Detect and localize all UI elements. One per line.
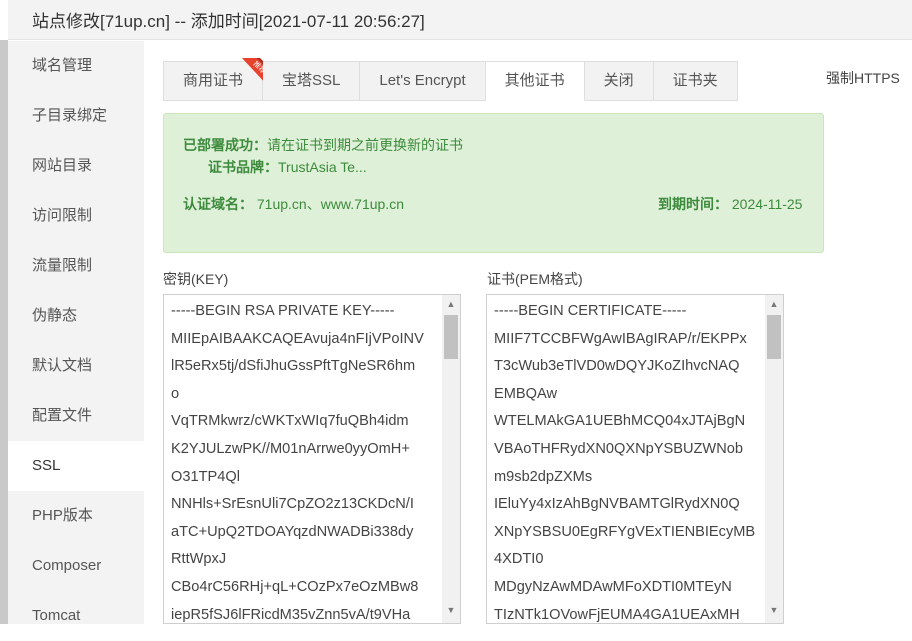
ssl-tabs: 商用证书 推荐 宝塔SSL Let's Encrypt 其他证书 关闭 证书夹 bbox=[163, 58, 738, 101]
tab-baota-ssl[interactable]: 宝塔SSL bbox=[263, 61, 361, 101]
scroll-up-arrow-icon[interactable]: ▲ bbox=[442, 297, 460, 311]
domain-label: 认证域名： bbox=[183, 196, 253, 212]
ssl-status-panel: 已部署成功：请在证书到期之前更换新的证书 证书品牌：TrustAsia Te..… bbox=[163, 113, 824, 253]
tab-label: 商用证书 bbox=[183, 72, 244, 89]
key-label: 密钥(KEY) bbox=[163, 271, 229, 287]
certificate-text[interactable]: -----BEGIN CERTIFICATE----- MIIF7TCCBFWg… bbox=[494, 298, 763, 623]
force-https-toggle-label[interactable]: 强制HTTPS bbox=[826, 68, 900, 88]
tab-commercial-cert[interactable]: 商用证书 推荐 bbox=[163, 58, 269, 101]
cert-domains: 认证域名： 71up.cn、www.71up.cn bbox=[183, 193, 443, 215]
sidebar-item-ssl[interactable]: SSL bbox=[8, 441, 144, 491]
sidebar-item-composer[interactable]: Composer bbox=[8, 541, 144, 591]
private-key-textarea[interactable]: -----BEGIN RSA PRIVATE KEY----- MIIEpAIB… bbox=[163, 294, 461, 624]
sidebar-item-default-document[interactable]: 默认文档 bbox=[8, 341, 144, 391]
deployed-text: 请在证书到期之前更换新的证书 bbox=[267, 137, 463, 153]
cert-label: 证书(PEM格式) bbox=[487, 271, 583, 287]
brand-label: 证书品牌： bbox=[208, 159, 278, 175]
brand-value: TrustAsia Te... bbox=[278, 159, 367, 175]
scroll-thumb[interactable] bbox=[767, 315, 781, 359]
deployment-status: 已部署成功：请在证书到期之前更换新的证书 bbox=[183, 135, 463, 155]
sidebar-item-site-directory[interactable]: 网站目录 bbox=[8, 141, 144, 191]
cert-scrollbar[interactable]: ▲ ▼ bbox=[765, 295, 783, 623]
certificate-textarea[interactable]: -----BEGIN CERTIFICATE----- MIIF7TCCBFWg… bbox=[486, 294, 784, 624]
sidebar-item-access-restriction[interactable]: 访问限制 bbox=[8, 191, 144, 241]
sidebar-item-config-file[interactable]: 配置文件 bbox=[8, 391, 144, 441]
deployed-label: 已部署成功： bbox=[183, 137, 267, 153]
scroll-thumb[interactable] bbox=[444, 315, 458, 359]
sidebar-item-domain-management[interactable]: 域名管理 bbox=[8, 41, 144, 91]
sidebar-item-traffic-limit[interactable]: 流量限制 bbox=[8, 241, 144, 291]
tab-lets-encrypt[interactable]: Let's Encrypt bbox=[360, 61, 486, 101]
scroll-down-arrow-icon[interactable]: ▼ bbox=[765, 603, 783, 617]
sidebar-item-php-version[interactable]: PHP版本 bbox=[8, 491, 144, 541]
tab-close[interactable]: 关闭 bbox=[584, 61, 654, 101]
cert-expiry: 到期时间： 2024-11-25 bbox=[658, 193, 808, 215]
sidebar-item-subdirectory-binding[interactable]: 子目录绑定 bbox=[8, 91, 144, 141]
tab-other-cert[interactable]: 其他证书 bbox=[485, 61, 585, 101]
domain-value: 71up.cn、www.71up.cn bbox=[256, 196, 404, 212]
window-left-edge bbox=[0, 40, 8, 624]
scroll-up-arrow-icon[interactable]: ▲ bbox=[765, 297, 783, 311]
title-bar: 站点修改[71up.cn] -- 添加时间[2021-07-11 20:56:2… bbox=[8, 0, 912, 40]
sidebar-item-rewrite[interactable]: 伪静态 bbox=[8, 291, 144, 341]
sidebar: 域名管理 子目录绑定 网站目录 访问限制 流量限制 伪静态 默认文档 配置文件 … bbox=[8, 41, 144, 624]
private-key-text[interactable]: -----BEGIN RSA PRIVATE KEY----- MIIEpAIB… bbox=[171, 298, 440, 623]
sidebar-item-tomcat[interactable]: Tomcat bbox=[8, 591, 144, 641]
expiry-value: 2024-11-25 bbox=[731, 196, 803, 212]
scroll-down-arrow-icon[interactable]: ▼ bbox=[442, 603, 460, 617]
tab-cert-folder[interactable]: 证书夹 bbox=[653, 61, 738, 101]
cert-brand: 证书品牌：TrustAsia Te... bbox=[208, 157, 367, 177]
window-title: 站点修改[71up.cn] -- 添加时间[2021-07-11 20:56:2… bbox=[32, 12, 425, 31]
expiry-label: 到期时间： bbox=[658, 196, 728, 212]
key-scrollbar[interactable]: ▲ ▼ bbox=[442, 295, 460, 623]
